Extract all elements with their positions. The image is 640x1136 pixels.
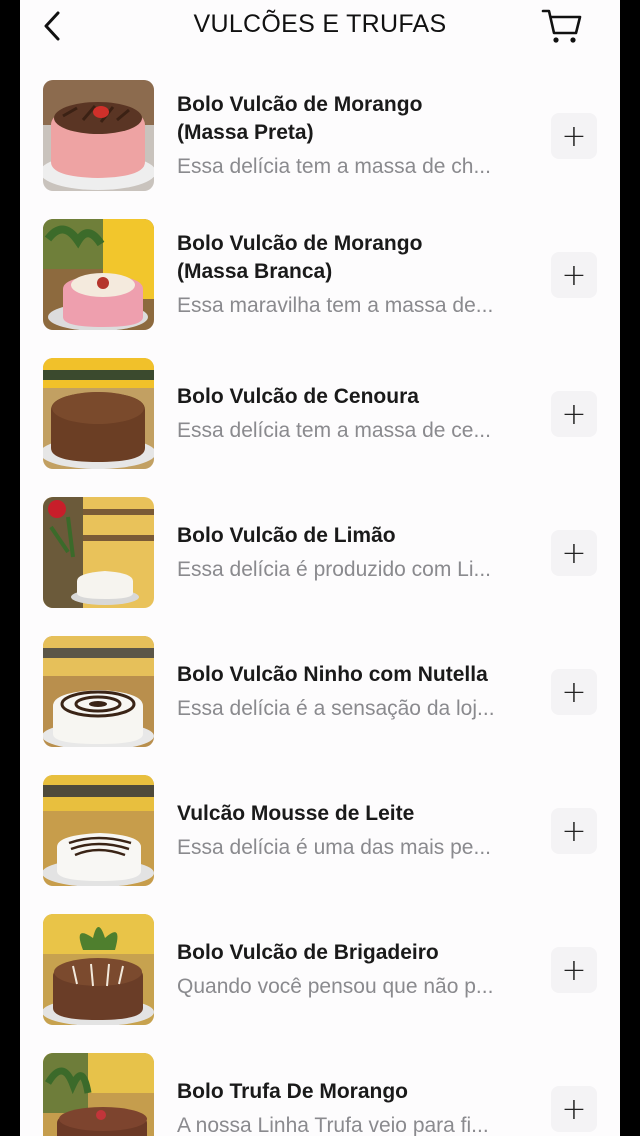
- product-description: Essa delícia é uma das mais pe...: [177, 836, 491, 859]
- header: VULCÕES E TRUFAS: [20, 0, 620, 52]
- product-description: Essa delícia tem a massa de ce...: [177, 419, 491, 442]
- cart-icon: [541, 9, 582, 43]
- plus-icon: +: [561, 952, 587, 988]
- product-name: Bolo Vulcão de Brigadeiro: [177, 941, 439, 964]
- add-to-cart-button[interactable]: +: [551, 530, 597, 576]
- product-text: Bolo Trufa De Morango A nossa Linha Truf…: [177, 1078, 537, 1136]
- product-name: Bolo Trufa De Morango: [177, 1080, 408, 1103]
- product-item[interactable]: Bolo Vulcão de Morango (Massa Branca) Es…: [20, 210, 620, 349]
- product-name-line1: Bolo Vulcão de Morango: [177, 232, 423, 255]
- product-image: [43, 497, 154, 608]
- product-item[interactable]: Vulcão Mousse de Leite Essa delícia é um…: [20, 766, 620, 905]
- plus-icon: +: [561, 535, 587, 571]
- product-image: [43, 1053, 154, 1136]
- product-text: Vulcão Mousse de Leite Essa delícia é um…: [177, 800, 537, 862]
- product-name: Bolo Vulcão de Cenoura: [177, 385, 419, 408]
- product-description: Essa delícia tem a massa de ch...: [177, 155, 491, 178]
- product-description: Essa delícia é a sensação da loj...: [177, 697, 495, 720]
- product-name: Bolo Vulcão Ninho com Nutella: [177, 663, 488, 686]
- page-title: VULCÕES E TRUFAS: [193, 10, 447, 38]
- add-to-cart-button[interactable]: +: [551, 1086, 597, 1132]
- product-image: [43, 358, 154, 469]
- product-name: Bolo Vulcão de Morango (Massa Preta): [177, 91, 537, 147]
- product-text: Bolo Vulcão de Limão Essa delícia é prod…: [177, 522, 537, 584]
- plus-icon: +: [561, 257, 587, 293]
- product-item[interactable]: Bolo Vulcão de Morango (Massa Preta) Ess…: [20, 71, 620, 210]
- product-item[interactable]: Bolo Vulcão de Limão Essa delícia é prod…: [20, 488, 620, 627]
- product-text: Bolo Vulcão de Morango (Massa Branca) Es…: [177, 230, 537, 320]
- product-name-line1: Bolo Vulcão de Morango: [177, 93, 423, 116]
- product-name-line2: (Massa Preta): [177, 121, 314, 144]
- add-to-cart-button[interactable]: +: [551, 808, 597, 854]
- screen: VULCÕES E TRUFAS Bolo Vulcão de Morango …: [20, 0, 620, 1136]
- product-image: [43, 80, 154, 191]
- product-image: [43, 219, 154, 330]
- product-text: Bolo Vulcão de Morango (Massa Preta) Ess…: [177, 91, 537, 181]
- product-item[interactable]: Bolo Vulcão Ninho com Nutella Essa delíc…: [20, 627, 620, 766]
- add-to-cart-button[interactable]: +: [551, 947, 597, 993]
- plus-icon: +: [561, 674, 587, 710]
- product-description: Essa maravilha tem a massa de...: [177, 294, 494, 317]
- plus-icon: +: [561, 118, 587, 154]
- product-description: Essa delícia é produzido com Li...: [177, 558, 491, 581]
- product-name: Bolo Vulcão de Morango (Massa Branca): [177, 230, 537, 286]
- product-description: A nossa Linha Trufa veio para fi...: [177, 1114, 489, 1136]
- product-description: Quando você pensou que não p...: [177, 975, 494, 998]
- product-name-line2: (Massa Branca): [177, 260, 333, 283]
- product-item[interactable]: Bolo Vulcão de Brigadeiro Quando você pe…: [20, 905, 620, 1044]
- plus-icon: +: [561, 396, 587, 432]
- add-to-cart-button[interactable]: +: [551, 669, 597, 715]
- product-name: Vulcão Mousse de Leite: [177, 802, 415, 825]
- add-to-cart-button[interactable]: +: [551, 391, 597, 437]
- product-item[interactable]: Bolo Vulcão de Cenoura Essa delícia tem …: [20, 349, 620, 488]
- product-text: Bolo Vulcão Ninho com Nutella Essa delíc…: [177, 661, 537, 723]
- add-to-cart-button[interactable]: +: [551, 252, 597, 298]
- product-text: Bolo Vulcão de Brigadeiro Quando você pe…: [177, 939, 537, 1001]
- product-name: Bolo Vulcão de Limão: [177, 524, 396, 547]
- product-image: [43, 775, 154, 886]
- product-image: [43, 914, 154, 1025]
- add-to-cart-button[interactable]: +: [551, 113, 597, 159]
- product-item[interactable]: Bolo Trufa De Morango A nossa Linha Truf…: [20, 1044, 620, 1136]
- product-image: [43, 636, 154, 747]
- plus-icon: +: [561, 813, 587, 849]
- cart-button[interactable]: [538, 4, 586, 48]
- product-text: Bolo Vulcão de Cenoura Essa delícia tem …: [177, 383, 537, 445]
- plus-icon: +: [561, 1091, 587, 1127]
